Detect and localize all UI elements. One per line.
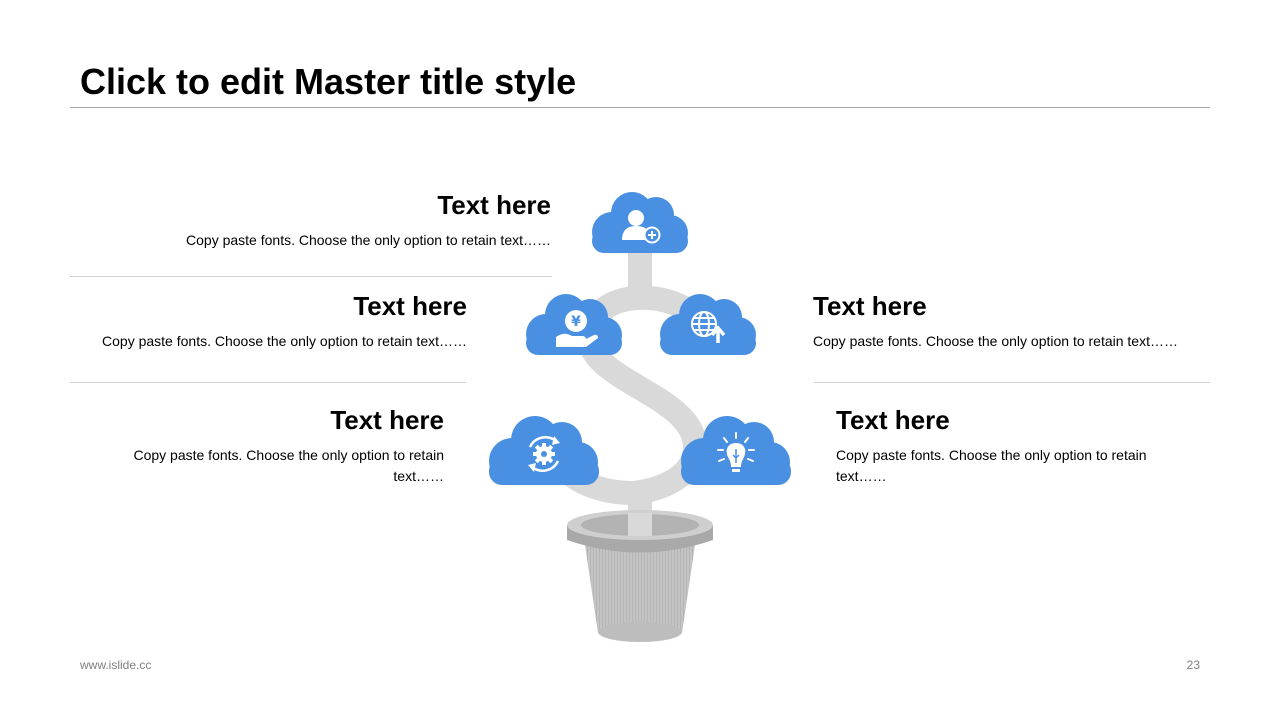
text-block-4-heading: Text here <box>330 405 444 435</box>
slide-title: Click to edit Master title style <box>80 61 577 102</box>
text-block-3: Text here Copy paste fonts. Choose the o… <box>813 291 1210 352</box>
title-divider <box>70 107 1210 108</box>
text-block-4: Text here Copy paste fonts. Choose the o… <box>110 405 444 487</box>
footer-website: www.islide.cc <box>80 658 152 672</box>
text-block-3-body: Copy paste fonts. Choose the only option… <box>813 333 1178 349</box>
text-block-5-body: Copy paste fonts. Choose the only option… <box>836 447 1147 484</box>
text-block-2: Text here Copy paste fonts. Choose the o… <box>70 291 467 352</box>
dollar-stem <box>560 250 708 540</box>
svg-text:¥: ¥ <box>571 314 581 330</box>
cloud-gear-refresh <box>489 416 599 485</box>
text-block-2-body: Copy paste fonts. Choose the only option… <box>102 333 467 349</box>
money-tree-diagram: ¥ <box>489 192 791 642</box>
text-block-3-heading: Text here <box>813 291 927 321</box>
text-block-5-heading: Text here <box>836 405 950 435</box>
plant-pot <box>567 510 713 642</box>
page-number: 23 <box>1186 658 1200 672</box>
text-block-4-body: Copy paste fonts. Choose the only option… <box>133 447 444 484</box>
separator-2 <box>70 382 466 383</box>
text-block-5: Text here Copy paste fonts. Choose the o… <box>836 405 1170 487</box>
cloud-user-add <box>592 192 688 253</box>
text-block-2-heading: Text here <box>353 291 467 321</box>
separator-3 <box>814 382 1210 383</box>
